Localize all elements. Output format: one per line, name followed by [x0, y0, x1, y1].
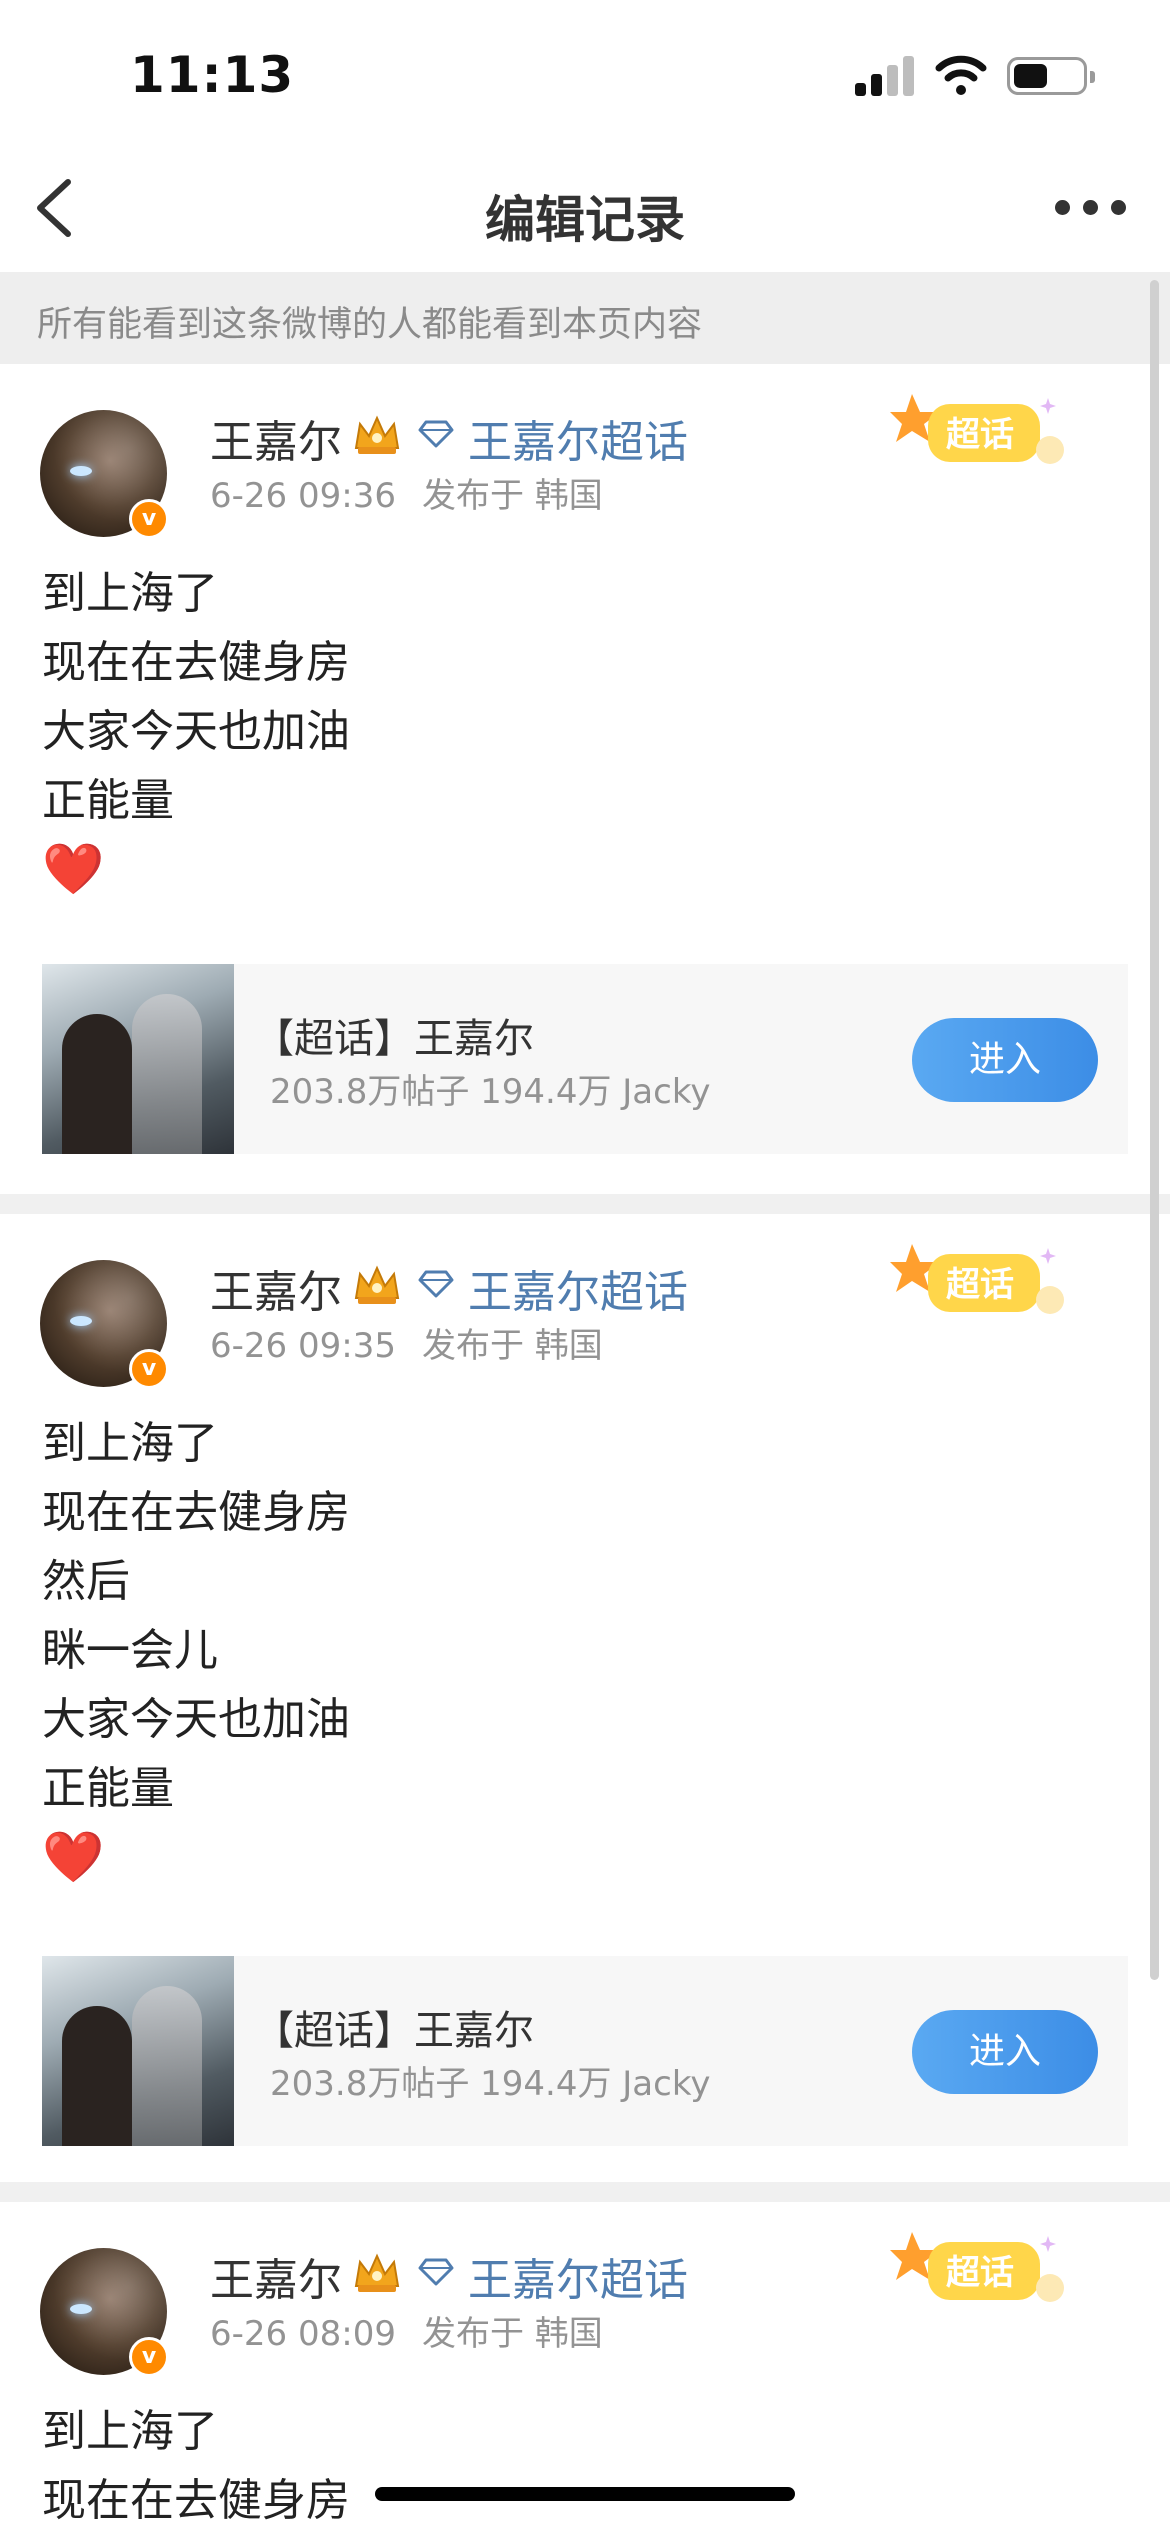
post-line: 正能量 [42, 775, 174, 826]
post-card: v 王嘉尔 王嘉尔超话 6-26 08:09发布于 韩国 超话 到上海了 现在 [0, 2202, 1170, 2532]
post-line: 正能量 [42, 1763, 174, 1814]
post-line: 眯一会儿 [42, 1625, 218, 1676]
status-time: 11:13 [130, 46, 295, 104]
author-name[interactable]: 王嘉尔 [210, 406, 342, 470]
supertopic-card-title: 【超话】王嘉尔 [254, 1016, 534, 1062]
post-card: v 王嘉尔 王嘉尔超话 6-26 09:36发布于 韩国 超话 到上海了 现在 [0, 364, 1170, 1194]
post-meta: 6-26 08:09 发布于 韩国 [210, 2306, 603, 2355]
post-location: 发布于 韩国 [421, 2314, 603, 2354]
visibility-notice: 所有能看到这条微博的人都能看到本页内容 [0, 272, 1170, 364]
nav-bar: 编辑记录 [0, 150, 1170, 272]
supertopic-cover-image [42, 964, 234, 1154]
post-time: 6-26 08:09 [210, 2314, 396, 2354]
post-card: v 王嘉尔 王嘉尔超话 6-26 09:35发布于 韩国 超话 到上海了 现在 [0, 1214, 1170, 2182]
more-icon[interactable] [1055, 200, 1127, 216]
post-line: 到上海了 [42, 1418, 218, 1469]
battery-icon [1007, 57, 1095, 95]
divider [0, 1194, 1170, 1214]
sticker-label: 超话 [946, 2253, 1014, 2293]
author-name[interactable]: 王嘉尔 [210, 2244, 342, 2308]
heart-emoji: ❤️ [42, 1828, 105, 1886]
verified-icon: v [129, 499, 169, 539]
post-body: 到上海了 现在在去健身房 [42, 2397, 350, 2532]
post-meta: 6-26 09:36 发布于 韩国 [210, 468, 603, 517]
supertopic-cover-image [42, 1956, 234, 2146]
post-body: 到上海了 现在在去健身房 然后 眯一会儿 大家今天也加油 正能量 ❤️ [42, 1409, 350, 1892]
home-indicator[interactable] [375, 2487, 795, 2501]
visibility-notice-text: 所有能看到这条微博的人都能看到本页内容 [37, 305, 703, 345]
supertopic-card-title: 【超话】王嘉尔 [254, 2008, 534, 2054]
scrollbar[interactable] [1150, 280, 1159, 1980]
post-line: 到上海了 [42, 2406, 218, 2457]
crown-icon [354, 2253, 400, 2292]
supertopic-link-text: 王嘉尔超话 [468, 417, 688, 468]
post-line: 大家今天也加油 [42, 706, 350, 757]
cellular-signal-icon [855, 54, 917, 96]
enter-button[interactable]: 进入 [912, 1018, 1098, 1102]
verified-icon: v [129, 2337, 169, 2377]
supertopic-card[interactable]: 【超话】王嘉尔 203.8万帖子 194.4万 Jacky 进入 [42, 964, 1128, 1154]
sticker-label: 超话 [946, 415, 1014, 455]
post-location: 发布于 韩国 [421, 476, 603, 516]
post-line: 大家今天也加油 [42, 1694, 350, 1745]
diamond-icon [418, 420, 454, 448]
post-line: 到上海了 [42, 568, 218, 619]
post-location: 发布于 韩国 [421, 1326, 603, 1366]
post-line: 然后 [42, 1556, 130, 1607]
divider [0, 2182, 1170, 2202]
post-line: 现在在去健身房 [42, 2475, 350, 2526]
author-name[interactable]: 王嘉尔 [210, 1256, 342, 1320]
status-bar: 11:13 [0, 0, 1170, 150]
post-line: 现在在去健身房 [42, 1487, 350, 1538]
post-time: 6-26 09:36 [210, 476, 396, 516]
supertopic-card[interactable]: 【超话】王嘉尔 203.8万帖子 194.4万 Jacky 进入 [42, 1956, 1128, 2146]
enter-button[interactable]: 进入 [912, 2010, 1098, 2094]
post-line: 现在在去健身房 [42, 637, 350, 688]
post-time: 6-26 09:35 [210, 1326, 396, 1366]
sticker-label: 超话 [946, 1265, 1014, 1305]
crown-icon [354, 1265, 400, 1304]
supertopic-sticker-icon: 超话 [890, 394, 1064, 464]
supertopic-sticker-icon: 超话 [890, 1244, 1064, 1314]
post-meta: 6-26 09:35 发布于 韩国 [210, 1318, 603, 1367]
page: 11:13 编辑记录 所有能看到这条微博的人都能看到本页内容 v 王嘉尔 王嘉尔… [0, 0, 1170, 2532]
heart-emoji: ❤️ [42, 840, 105, 898]
supertopic-card-stats: 203.8万帖子 194.4万 Jacky [270, 1072, 711, 1112]
diamond-icon [418, 2258, 454, 2286]
diamond-icon [418, 1270, 454, 1298]
wifi-icon [935, 55, 987, 95]
page-title: 编辑记录 [485, 191, 685, 249]
supertopic-link-text: 王嘉尔超话 [468, 1267, 688, 1318]
supertopic-sticker-icon: 超话 [890, 2232, 1064, 2302]
supertopic-card-stats: 203.8万帖子 194.4万 Jacky [270, 2064, 711, 2104]
supertopic-link-text: 王嘉尔超话 [468, 2255, 688, 2306]
crown-icon [354, 415, 400, 454]
verified-icon: v [129, 1349, 169, 1389]
post-body: 到上海了 现在在去健身房 大家今天也加油 正能量 ❤️ [42, 559, 350, 904]
